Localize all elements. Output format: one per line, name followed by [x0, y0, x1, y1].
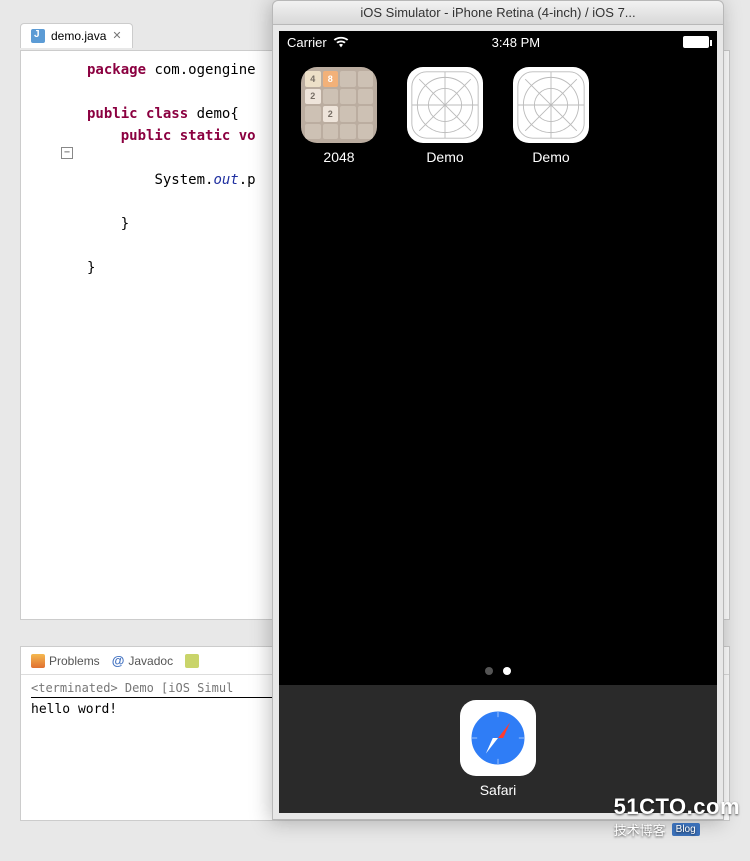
app-demo-2[interactable]: Demo	[511, 67, 591, 165]
dock-app-label: Safari	[480, 782, 517, 798]
app-icon-2048: 48 2 2	[301, 67, 377, 143]
javadoc-icon: @	[112, 653, 125, 668]
simulator-screen[interactable]: Carrier 3:48 PM 48 2 2 2048	[279, 31, 717, 813]
app-demo-1[interactable]: Demo	[405, 67, 485, 165]
tab-label: Problems	[49, 654, 100, 668]
simulator-titlebar[interactable]: iOS Simulator - iPhone Retina (4-inch) /…	[273, 1, 723, 25]
brace: {	[230, 106, 238, 122]
editor-tab-demo[interactable]: demo.java ✕	[20, 23, 133, 48]
brace: }	[87, 260, 95, 276]
page-indicator[interactable]	[279, 667, 717, 675]
app-label: Demo	[426, 149, 463, 165]
clock-label: 3:48 PM	[492, 35, 540, 50]
watermark: 51CTO.com 技术博客 Blog	[614, 794, 740, 839]
page-dot-active	[503, 667, 511, 675]
kw-public: public	[121, 128, 172, 144]
kw-void-cut: vo	[239, 128, 256, 144]
editor-tab-label: demo.java	[51, 29, 106, 43]
kw-class: class	[146, 106, 188, 122]
ios-simulator-window[interactable]: iOS Simulator - iPhone Retina (4-inch) /…	[272, 0, 724, 820]
simulator-title: iOS Simulator - iPhone Retina (4-inch) /…	[360, 5, 635, 20]
status-bar: Carrier 3:48 PM	[279, 31, 717, 53]
kw-static: static	[180, 128, 231, 144]
problems-icon	[31, 654, 45, 668]
brace: }	[121, 216, 129, 232]
editor-gutter: −	[21, 59, 71, 620]
tab-javadoc[interactable]: @ Javadoc	[112, 653, 173, 668]
wifi-icon	[333, 36, 349, 48]
app-label: Demo	[532, 149, 569, 165]
tab-label: Javadoc	[128, 654, 173, 668]
system-token: System.	[154, 172, 213, 188]
java-file-icon	[31, 29, 45, 43]
kw-public: public	[87, 106, 138, 122]
editor-tabs: demo.java ✕	[20, 20, 133, 50]
package-name: com.ogengine	[154, 62, 255, 78]
watermark-tagline: 技术博客	[614, 820, 666, 839]
app-icon-placeholder	[513, 67, 589, 143]
watermark-domain: 51CTO.com	[614, 794, 740, 820]
class-name: demo	[197, 106, 231, 122]
tab-more[interactable]	[185, 654, 199, 668]
kw-package: package	[87, 62, 146, 78]
safari-compass-icon	[465, 705, 531, 771]
home-screen-apps: 48 2 2 2048 Demo Demo	[279, 53, 717, 179]
page-dot	[485, 667, 493, 675]
declaration-icon	[185, 654, 199, 668]
battery-icon	[683, 36, 709, 48]
app-icon-placeholder	[407, 67, 483, 143]
close-icon[interactable]: ✕	[112, 29, 121, 42]
out-token: out	[213, 172, 238, 188]
carrier-label: Carrier	[287, 35, 327, 50]
fold-toggle-icon[interactable]: −	[61, 147, 73, 159]
app-2048[interactable]: 48 2 2 2048	[299, 67, 379, 165]
app-label: 2048	[323, 149, 354, 165]
app-safari[interactable]	[460, 700, 536, 776]
tab-problems[interactable]: Problems	[31, 654, 100, 668]
watermark-badge: Blog	[672, 823, 700, 836]
println-cut: .p	[239, 172, 256, 188]
